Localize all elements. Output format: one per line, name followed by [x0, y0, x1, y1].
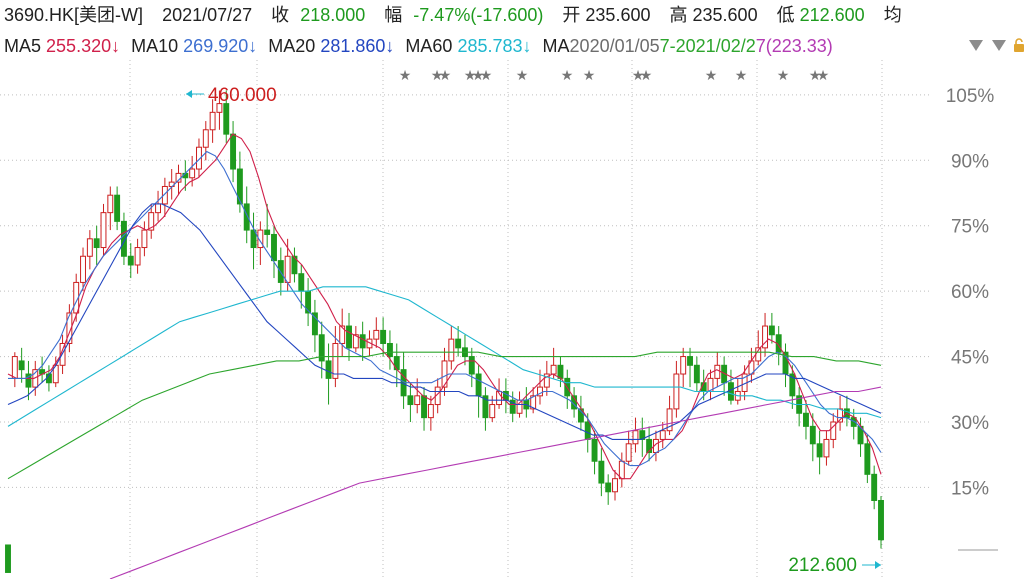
candle-up: [618, 460, 625, 480]
candle-down: [5, 544, 11, 573]
candle-down: [727, 382, 734, 401]
candle-up: [141, 229, 148, 249]
y-tick-label: 60%: [951, 282, 989, 303]
candle-down: [693, 364, 700, 384]
candle-down: [271, 233, 277, 262]
star-marker-icon: ★: [480, 68, 493, 84]
candle-down: [598, 460, 605, 484]
candle-up: [189, 168, 196, 179]
candle-up: [107, 194, 114, 214]
star-marker-icon: ★: [817, 68, 830, 84]
candle-up: [134, 247, 141, 266]
candle-down: [687, 356, 693, 366]
candle-down: [346, 325, 352, 349]
candle-up: [155, 203, 162, 214]
candle-down: [223, 103, 230, 135]
candle-up: [373, 329, 380, 340]
candle-up: [427, 404, 434, 419]
candle-down: [127, 255, 134, 266]
y-tick-label: 75%: [951, 217, 989, 238]
candle-down: [421, 395, 427, 419]
y-tick-label: 90%: [951, 151, 989, 172]
min-price-label: 212.600: [788, 555, 857, 576]
candle-down: [305, 290, 312, 314]
max-price-label: 460.000: [208, 85, 277, 106]
candle-up: [550, 364, 557, 375]
star-marker-icon: ★: [439, 68, 452, 84]
y-tick-label: 45%: [951, 348, 989, 369]
star-marker-icon: ★: [516, 68, 529, 84]
candle-down: [236, 168, 243, 205]
candle-down: [803, 412, 809, 427]
candle-down: [264, 229, 271, 235]
candle-down: [114, 194, 121, 222]
candle-up: [612, 478, 618, 493]
candle-up: [284, 255, 291, 283]
candle-down: [468, 356, 475, 375]
candle-up: [100, 212, 107, 249]
candle-up: [202, 129, 209, 148]
candle-up: [516, 399, 523, 414]
candle-up: [209, 111, 216, 131]
candle-down: [768, 325, 775, 336]
candle-up: [332, 342, 339, 379]
candle-up: [714, 364, 721, 379]
candle-down: [557, 364, 564, 379]
min-pointer-arrow: [875, 561, 881, 569]
star-marker-icon: ★: [777, 68, 790, 84]
candle-up: [80, 255, 86, 283]
candle-up: [659, 430, 666, 440]
candle-down: [325, 360, 332, 379]
candle-down: [809, 425, 816, 445]
y-tick-label: 30%: [951, 413, 989, 434]
candle-down: [455, 338, 462, 349]
star-marker-icon: ★: [735, 68, 748, 84]
candle-down: [93, 238, 100, 249]
candle-down: [591, 438, 598, 462]
candle-up: [625, 443, 632, 462]
y-tick-label: 15%: [951, 478, 989, 499]
candle-up: [11, 356, 18, 379]
candle-up: [489, 404, 496, 419]
candle-down: [18, 360, 25, 371]
ma-line-ma10: [8, 150, 882, 467]
candle-up: [86, 238, 93, 257]
candle-up: [673, 373, 680, 410]
candle-down: [380, 329, 387, 344]
candle-up: [414, 395, 421, 406]
candle-up: [448, 338, 455, 362]
max-pointer-arrow: [186, 90, 192, 98]
candle-down: [230, 133, 237, 170]
candle-up: [823, 438, 830, 458]
candle-down: [298, 273, 305, 292]
star-marker-icon: ★: [561, 68, 574, 84]
candle-down: [871, 473, 878, 501]
candle-down: [475, 373, 482, 397]
candle-up: [680, 356, 687, 375]
candle-down: [864, 443, 871, 475]
star-marker-icon: ★: [705, 68, 718, 84]
candle-down: [605, 482, 612, 493]
ma-line-ma_purple: [109, 386, 882, 579]
candle-down: [816, 443, 823, 458]
candle-down: [359, 334, 366, 349]
star-marker-icon: ★: [583, 68, 596, 84]
ma-line-ma5: [7, 133, 882, 480]
y-tick-label: 105%: [946, 86, 995, 107]
candle-up: [632, 430, 639, 445]
star-marker-icon: ★: [640, 68, 653, 84]
candlestick-chart: 105%90%75%60%45%30%15%★ ★★ ★★★ ★ ★ ★ ★★ ★ ★ ★ ★★46…: [0, 60, 998, 579]
candle-down: [584, 421, 591, 440]
candle-down: [878, 499, 884, 541]
star-marker-icon: ★: [399, 68, 412, 84]
candle-down: [407, 395, 414, 406]
candle-down: [386, 342, 393, 358]
